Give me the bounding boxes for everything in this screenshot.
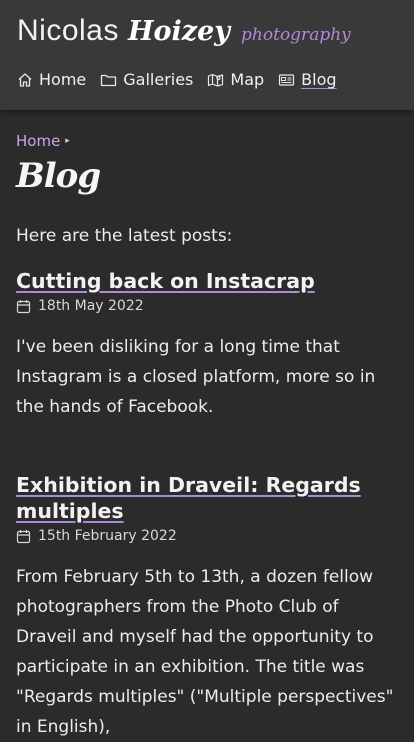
home-icon [18, 72, 32, 87]
nav-label-galleries: Galleries [123, 70, 194, 89]
breadcrumb-home-link[interactable]: Home [16, 132, 60, 150]
nav-item-home[interactable]: Home [17, 70, 86, 89]
post-title-link[interactable]: Exhibition in Draveil: Regards multiples [16, 472, 398, 524]
site-subtitle: photography [241, 25, 351, 45]
breadcrumb-separator-icon: ▸ [65, 136, 70, 146]
nav-item-blog[interactable]: Blog [278, 70, 337, 89]
nav-item-galleries[interactable]: Galleries [100, 70, 193, 89]
calendar-icon [16, 299, 31, 313]
site-brand[interactable]: Nicolas Hoizey photography [17, 14, 351, 48]
post-date-text: 18th May 2022 [38, 298, 144, 314]
post-title-link[interactable]: Cutting back on Instacrap [16, 268, 398, 294]
post-date: 15th February 2022 [16, 528, 398, 544]
blog-card-icon [279, 73, 295, 86]
intro-text: Here are the latest posts: [16, 226, 233, 246]
nav-label-map: Map [230, 70, 265, 89]
folder-icon [101, 74, 117, 86]
post-date-text: 15th February 2022 [38, 528, 177, 544]
site-header: Nicolas Hoizey photography Home Gallerie… [0, 0, 414, 110]
post-item: Cutting back on Instacrap 18th May 2022 … [16, 268, 398, 422]
post-item: Exhibition in Draveil: Regards multiples… [16, 472, 398, 742]
site-first-name: Nicolas [17, 14, 119, 47]
calendar-icon [16, 529, 31, 543]
post-excerpt: From February 5th to 13th, a dozen fello… [16, 567, 394, 737]
page-title: Blog [16, 156, 101, 196]
main-content: Home ▸ Blog Here are the latest posts: C… [16, 110, 398, 742]
site-last-name: Hoizey [127, 16, 230, 47]
map-icon [208, 73, 224, 87]
nav-label-blog: Blog [301, 70, 337, 89]
main-nav: Home Galleries Map Blog [17, 70, 351, 89]
nav-item-map[interactable]: Map [207, 70, 264, 89]
post-date: 18th May 2022 [16, 298, 398, 314]
breadcrumb: Home ▸ [16, 132, 398, 150]
post-excerpt: I've been disliking for a long time that… [16, 337, 376, 417]
nav-label-home: Home [39, 70, 87, 89]
